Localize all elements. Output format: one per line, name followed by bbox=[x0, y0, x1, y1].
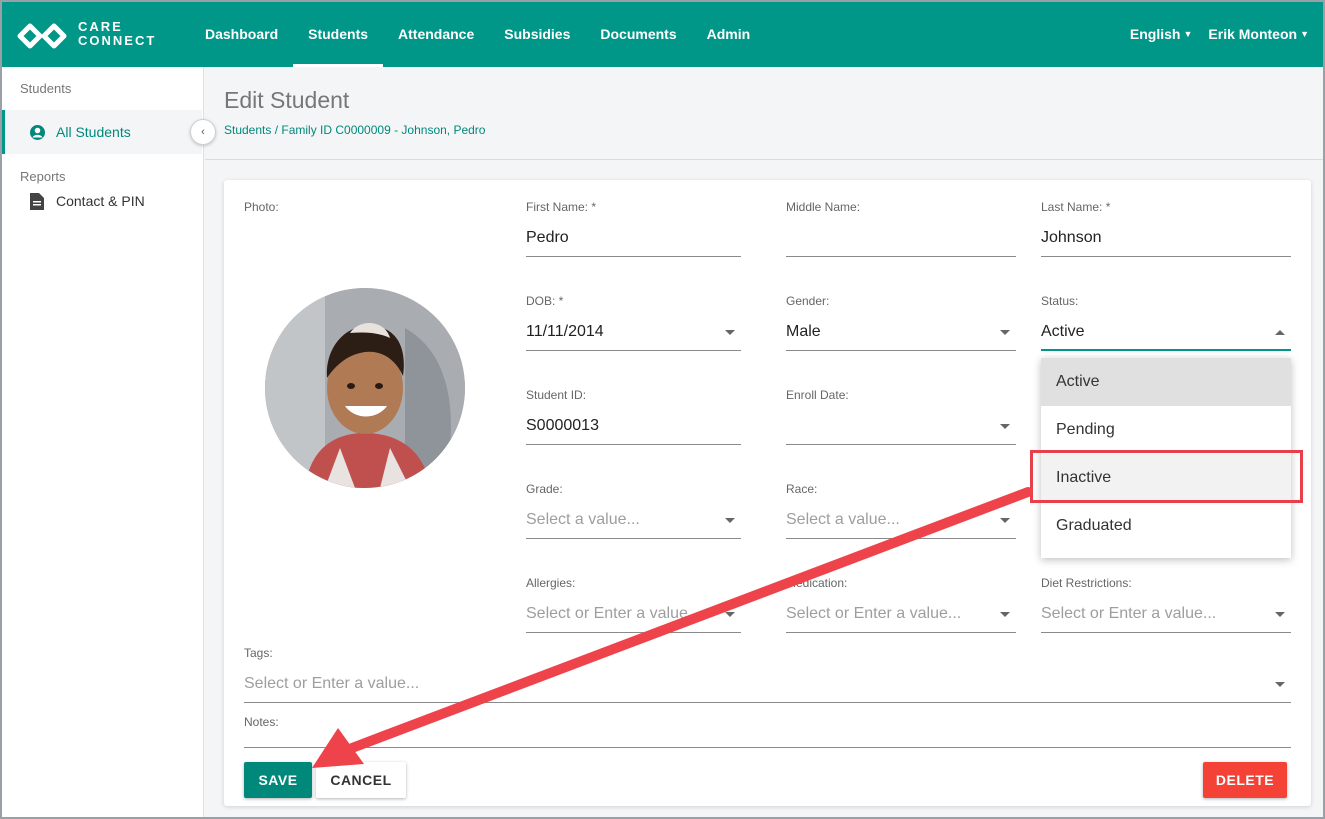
language-label: English bbox=[1129, 26, 1181, 42]
delete-button[interactable]: DELETE bbox=[1203, 762, 1287, 798]
last-name-input[interactable]: Johnson bbox=[1041, 225, 1291, 257]
nav-dashboard[interactable]: Dashboard bbox=[190, 0, 293, 67]
diet-restrictions-select[interactable]: Select or Enter a value... bbox=[1041, 601, 1291, 633]
language-menu[interactable]: English ▼ bbox=[1122, 0, 1200, 67]
first-name-label: First Name: * bbox=[526, 200, 597, 214]
main-nav: Dashboard Students Attendance Subsidies … bbox=[190, 0, 765, 67]
photo-label: Photo: bbox=[244, 200, 279, 214]
allergies-label: Allergies: bbox=[526, 576, 576, 590]
dropdown-arrow-icon bbox=[1275, 612, 1285, 617]
status-value: Active bbox=[1041, 323, 1085, 340]
dob-label: DOB: * bbox=[526, 294, 564, 308]
dropdown-arrow-icon bbox=[1000, 424, 1010, 429]
user-name: Erik Monteon bbox=[1208, 26, 1298, 42]
status-option-active[interactable]: Active bbox=[1041, 358, 1291, 406]
gender-select[interactable]: Male bbox=[786, 319, 1016, 351]
enroll-date-select[interactable] bbox=[786, 413, 1016, 445]
student-photo-image bbox=[265, 288, 465, 488]
chevron-left-icon: ‹ bbox=[201, 126, 205, 138]
race-placeholder: Select a value... bbox=[786, 511, 900, 528]
sidebar-item-all-students[interactable]: All Students bbox=[2, 110, 202, 154]
last-name-label: Last Name: * bbox=[1041, 200, 1111, 214]
cancel-button[interactable]: CANCEL bbox=[316, 762, 406, 798]
logo-icon bbox=[17, 23, 67, 49]
student-id-input[interactable]: S0000013 bbox=[526, 413, 741, 445]
grade-label: Grade: bbox=[526, 482, 563, 496]
medication-select[interactable]: Select or Enter a value... bbox=[786, 601, 1016, 633]
status-select[interactable]: Active bbox=[1041, 319, 1291, 351]
collapse-sidebar-button[interactable]: ‹ bbox=[190, 119, 216, 145]
logo-text: CARE CONNECT bbox=[78, 19, 157, 48]
nav-attendance[interactable]: Attendance bbox=[383, 0, 489, 67]
nav-documents[interactable]: Documents bbox=[585, 0, 691, 67]
nav-students[interactable]: Students bbox=[293, 0, 383, 67]
document-icon bbox=[28, 192, 46, 210]
tags-placeholder: Select or Enter a value... bbox=[244, 675, 420, 692]
nav-admin[interactable]: Admin bbox=[692, 0, 766, 67]
tags-label: Tags: bbox=[244, 646, 273, 660]
grade-select[interactable]: Select a value... bbox=[526, 507, 741, 539]
enroll-date-label: Enroll Date: bbox=[786, 388, 849, 402]
status-option-pending[interactable]: Pending bbox=[1041, 406, 1291, 454]
dropdown-arrow-icon bbox=[1000, 330, 1010, 335]
medication-placeholder: Select or Enter a value... bbox=[786, 605, 962, 622]
dropdown-arrow-icon bbox=[725, 518, 735, 523]
grade-placeholder: Select a value... bbox=[526, 511, 640, 528]
annotation-highlight-box bbox=[1030, 450, 1303, 503]
sidebar-item-label: All Students bbox=[56, 124, 131, 140]
gender-value: Male bbox=[786, 323, 821, 340]
diet-restrictions-label: Diet Restrictions: bbox=[1041, 576, 1132, 590]
page-title: Edit Student bbox=[224, 87, 350, 113]
dropdown-arrow-up-icon bbox=[1275, 330, 1285, 335]
allergies-select[interactable]: Select or Enter a value... bbox=[526, 601, 741, 633]
caret-down-icon: ▼ bbox=[1300, 29, 1309, 39]
race-label: Race: bbox=[786, 482, 818, 496]
diet-restrictions-placeholder: Select or Enter a value... bbox=[1041, 605, 1217, 622]
student-id-label: Student ID: bbox=[526, 388, 587, 402]
dropdown-arrow-icon bbox=[1000, 612, 1010, 617]
status-option-graduated[interactable]: Graduated bbox=[1041, 502, 1291, 550]
user-menu[interactable]: Erik Monteon ▼ bbox=[1200, 0, 1317, 67]
caret-down-icon: ▼ bbox=[1183, 29, 1193, 39]
allergies-placeholder: Select or Enter a value... bbox=[526, 605, 702, 622]
dropdown-arrow-icon bbox=[1000, 518, 1010, 523]
race-select[interactable]: Select a value... bbox=[786, 507, 1016, 539]
status-label: Status: bbox=[1041, 294, 1079, 308]
sidebar-section-students: Students bbox=[20, 81, 72, 96]
dob-select[interactable]: 11/11/2014 bbox=[526, 319, 741, 351]
middle-name-input[interactable] bbox=[786, 225, 1016, 257]
first-name-input[interactable]: Pedro bbox=[526, 225, 741, 257]
dropdown-arrow-icon bbox=[725, 612, 735, 617]
medication-label: Medication: bbox=[786, 576, 848, 590]
dropdown-arrow-icon bbox=[1275, 682, 1285, 687]
student-photo[interactable] bbox=[265, 288, 465, 488]
sidebar: Students All Students Reports Contact & … bbox=[2, 67, 204, 817]
gender-label: Gender: bbox=[786, 294, 830, 308]
top-navbar: CARE CONNECT Dashboard Students Attendan… bbox=[0, 0, 1325, 67]
sidebar-item-label: Contact & PIN bbox=[56, 193, 145, 209]
care-connect-logo[interactable]: CARE CONNECT bbox=[16, 20, 166, 52]
breadcrumb[interactable]: Students / Family ID C0000009 - Johnson,… bbox=[224, 123, 485, 137]
notes-input[interactable] bbox=[244, 716, 1291, 748]
middle-name-label: Middle Name: bbox=[786, 200, 861, 214]
tags-select[interactable]: Select or Enter a value... bbox=[244, 671, 1291, 703]
sidebar-item-contact-pin[interactable]: Contact & PIN bbox=[2, 181, 202, 221]
user-circle-icon bbox=[28, 123, 46, 141]
dropdown-arrow-icon bbox=[725, 330, 735, 335]
header-right: English ▼ Erik Monteon ▼ bbox=[1122, 0, 1317, 67]
dob-value: 11/11/2014 bbox=[526, 323, 604, 340]
nav-subsidies[interactable]: Subsidies bbox=[489, 0, 585, 67]
page-header: Edit Student Students / Family ID C00000… bbox=[205, 67, 1323, 160]
save-button[interactable]: SAVE bbox=[244, 762, 312, 798]
